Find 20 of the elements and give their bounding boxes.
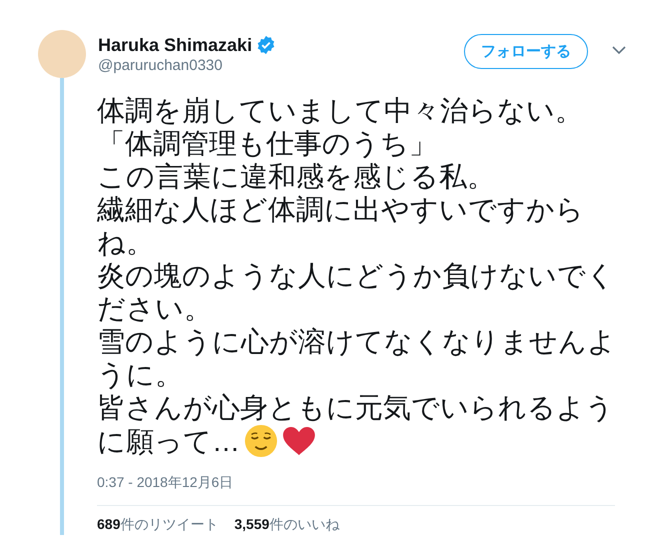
author-name: Haruka Shimazaki (98, 34, 252, 56)
tweet-text: 繊細な人ほど体調に出やすいですから (97, 193, 584, 226)
tweet-text: ね。 (97, 226, 154, 259)
tweet-text: この言葉に違和感を感じる私。 (97, 160, 495, 193)
tweet-text: 「体調管理も仕事のうち」 (97, 127, 437, 160)
tweet-timestamp: 0:37 - 2018年12月6日 (97, 473, 234, 492)
avatar (38, 30, 86, 78)
tweet-text: に願って… (97, 424, 240, 458)
relieved-face-icon (244, 424, 278, 458)
tweet-text: 体調を崩していまして中々治らない。 (97, 94, 583, 127)
chevron-down-icon[interactable] (612, 46, 626, 55)
engagement-count[interactable]: 689件のリツイート (97, 514, 218, 535)
tweet-text: 皆さんが心身ともに元気でいられるよう (97, 391, 614, 424)
tweet-text: ださい。 (97, 292, 212, 325)
author-handle: @paruruchan0330 (98, 56, 224, 76)
tweet-text: うに。 (97, 358, 183, 391)
tweet-text: 炎の塊のような人にどうか負けないでく (97, 259, 615, 292)
tweet-text: 雪のように心が溶けてなくなりませんよ (97, 325, 616, 358)
engagement-count[interactable]: 3,559件のいいね (234, 514, 340, 535)
heart-icon (282, 426, 316, 456)
